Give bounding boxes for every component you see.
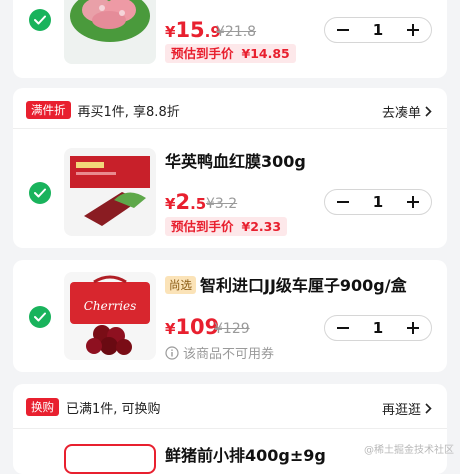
estimated-price-badge: 预估到手价 ¥2.33: [165, 217, 288, 236]
item-checkbox[interactable]: [29, 306, 51, 328]
promo-text: 再买1件, 享8.8折: [77, 104, 180, 120]
item-price: ¥109: [165, 315, 220, 339]
check-icon: [34, 15, 46, 25]
pork-image: [70, 0, 150, 42]
increase-button[interactable]: [395, 316, 431, 340]
quantity-value[interactable]: 1: [361, 18, 395, 42]
info-icon: [165, 345, 179, 360]
decrease-button[interactable]: [325, 190, 361, 214]
product-name[interactable]: 鲜猪前小排400g±9g: [165, 442, 326, 466]
divider: [13, 428, 447, 429]
minus-icon: [337, 327, 349, 329]
watermark: @稀土掘金技术社区: [364, 445, 454, 456]
item-checkbox[interactable]: [29, 182, 51, 204]
original-price: ¥21.8: [216, 24, 257, 40]
svg-text:Cherries: Cherries: [84, 299, 137, 313]
increase-button[interactable]: [395, 190, 431, 214]
plus-icon: [407, 322, 419, 334]
decrease-button[interactable]: [325, 18, 361, 42]
quantity-stepper[interactable]: 1: [324, 189, 432, 215]
product-thumbnail[interactable]: [64, 444, 156, 474]
minus-icon: [337, 29, 349, 31]
minus-icon: [337, 201, 349, 203]
duck-blood-image: [70, 156, 150, 226]
promo-link[interactable]: 去凑单: [382, 102, 432, 121]
original-price: ¥3.2: [206, 196, 238, 212]
estimated-price-badge: 预估到手价 ¥14.85: [165, 44, 296, 63]
check-icon: [34, 188, 46, 198]
product-thumbnail[interactable]: Cherries: [64, 272, 156, 360]
quantity-value[interactable]: 1: [361, 316, 395, 340]
item-price: ¥2.5: [165, 190, 207, 214]
chevron-right-icon: [425, 106, 432, 117]
quantity-value[interactable]: 1: [361, 190, 395, 214]
item-price: ¥15.9: [165, 18, 221, 42]
item-checkbox[interactable]: [29, 9, 51, 31]
divider: [13, 128, 447, 129]
decrease-button[interactable]: [325, 316, 361, 340]
coupon-note: 该商品不可用券: [165, 343, 274, 362]
product-thumbnail[interactable]: [64, 0, 156, 64]
quantity-stepper[interactable]: 1: [324, 315, 432, 341]
check-icon: [34, 312, 46, 322]
promo-text: 已满1件, 可换购: [66, 401, 161, 417]
plus-icon: [407, 24, 419, 36]
plus-icon: [407, 196, 419, 208]
product-thumbnail[interactable]: [64, 148, 156, 236]
increase-button[interactable]: [395, 18, 431, 42]
chevron-right-icon: [425, 403, 432, 414]
product-name[interactable]: 华英鸭血红膜300g: [165, 148, 306, 172]
product-name[interactable]: 尚选 智利进口JJ级车厘子900g/盒: [165, 272, 407, 296]
selection-badge: 尚选: [165, 276, 196, 294]
cherries-image: Cherries: [70, 275, 150, 355]
promo-bar: 满件折 再买1件, 享8.8折: [26, 92, 180, 128]
promo-tag: 换购: [26, 398, 59, 416]
original-price: ¥129: [214, 321, 250, 337]
promo-tag: 满件折: [26, 101, 71, 119]
quantity-stepper[interactable]: 1: [324, 17, 432, 43]
promo-link[interactable]: 再逛逛: [382, 399, 432, 418]
promo-bar: 换购 已满1件, 可换购: [26, 389, 161, 425]
